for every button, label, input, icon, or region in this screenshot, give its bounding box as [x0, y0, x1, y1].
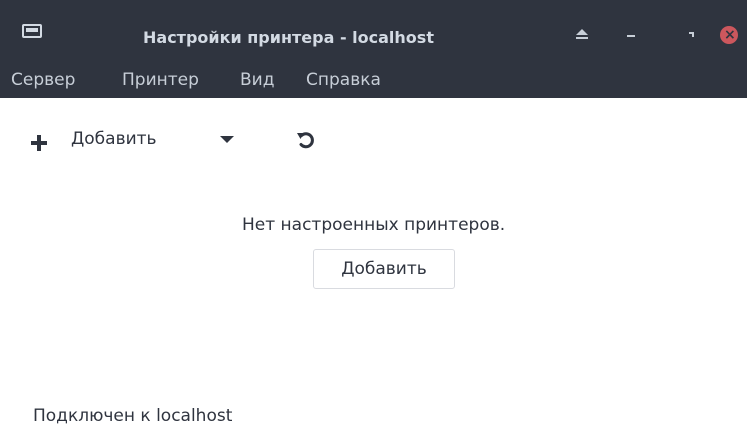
- toolbar-add-label[interactable]: Добавить: [71, 129, 157, 149]
- add-printer-button[interactable]: Добавить: [313, 249, 455, 289]
- printer-app-icon: [22, 24, 42, 38]
- menu-item-printer[interactable]: Принтер: [122, 70, 199, 90]
- refresh-icon[interactable]: [293, 127, 319, 153]
- menu-item-help[interactable]: Справка: [306, 70, 381, 90]
- minimize-icon[interactable]: [623, 27, 641, 43]
- menu-item-view[interactable]: Вид: [240, 70, 274, 90]
- empty-message: Нет настроенных принтеров.: [242, 215, 506, 235]
- menu-bar: Сервер Принтер Вид Справка: [0, 58, 747, 98]
- eject-icon[interactable]: [572, 27, 590, 43]
- window-title: Настройки принтера - localhost: [143, 28, 434, 47]
- chevron-down-icon[interactable]: [218, 131, 238, 147]
- menu-item-server[interactable]: Сервер: [11, 70, 75, 90]
- plus-icon[interactable]: [31, 135, 47, 151]
- status-text: Подключен к localhost: [33, 406, 233, 426]
- title-bar: Настройки принтера - localhost ×: [0, 0, 747, 58]
- close-icon[interactable]: ×: [720, 26, 738, 44]
- maximize-icon[interactable]: [683, 27, 701, 43]
